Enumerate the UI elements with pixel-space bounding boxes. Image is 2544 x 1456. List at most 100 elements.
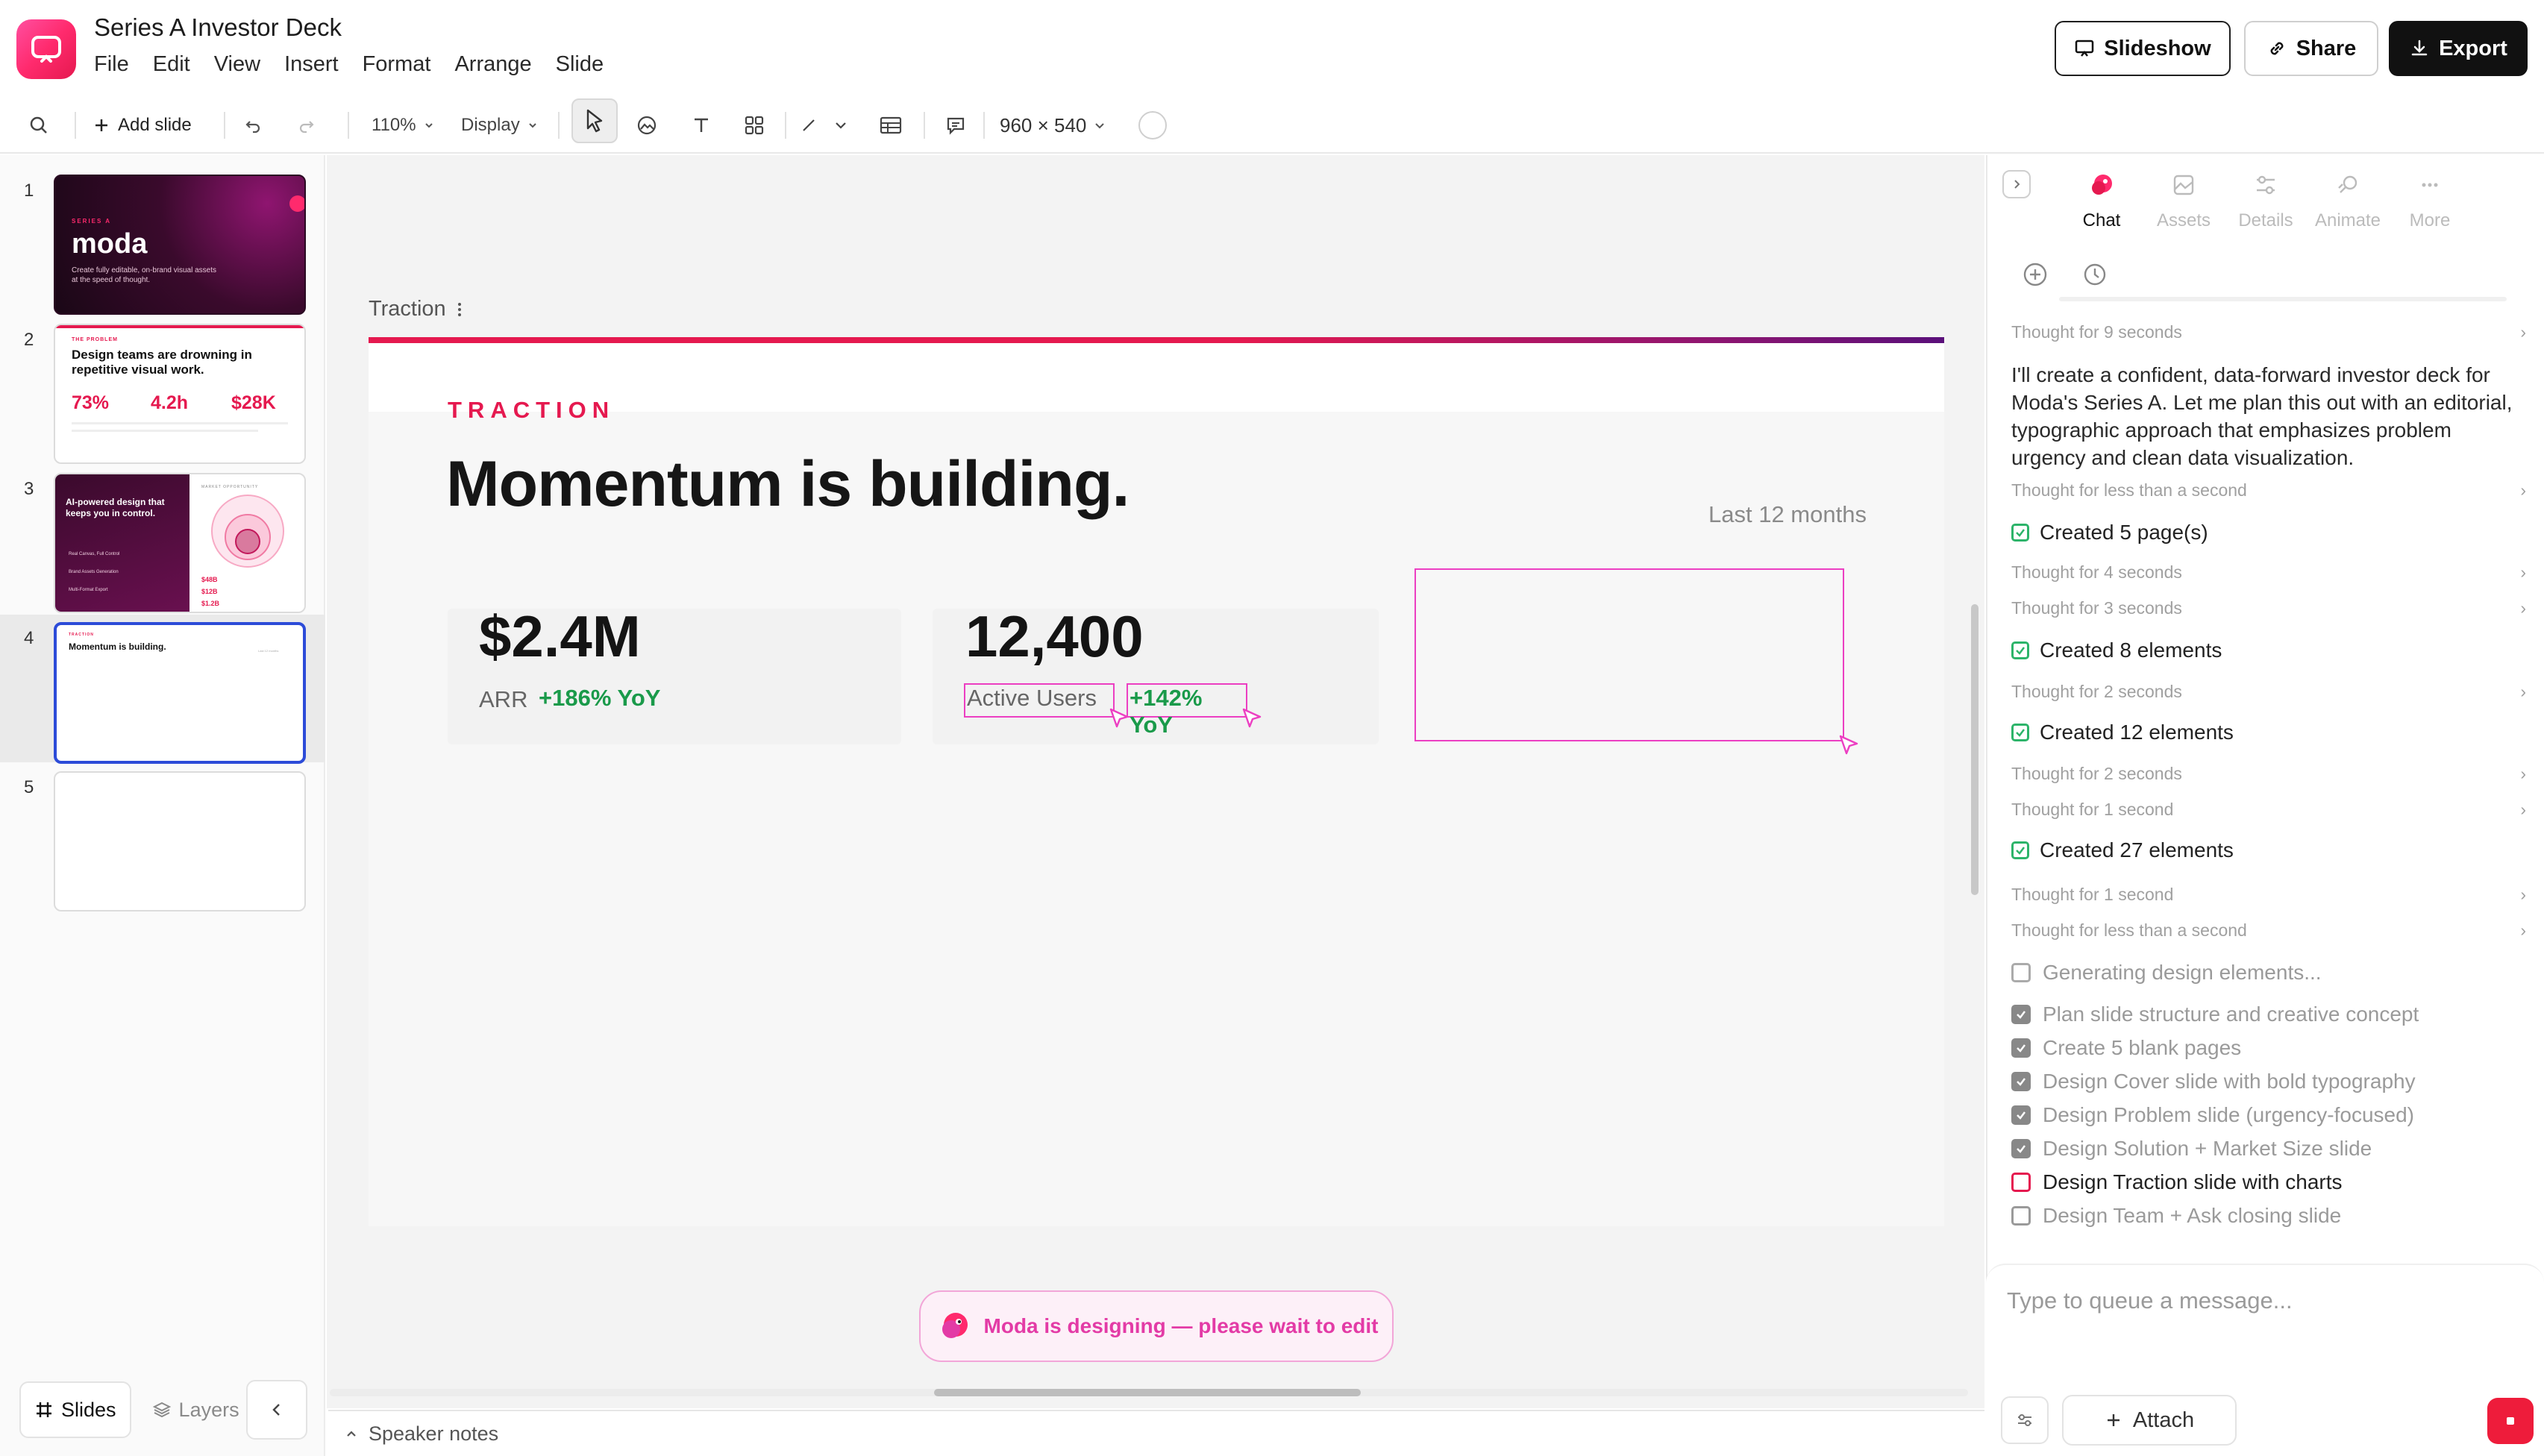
- plus-circle-icon: [2023, 263, 2047, 286]
- display-select[interactable]: Display: [461, 97, 538, 154]
- thumb-feature: Multi-Format Export: [69, 588, 108, 592]
- menu-insert[interactable]: Insert: [284, 52, 339, 77]
- chevron-right-icon: ›: [2520, 322, 2526, 342]
- created-text: Created 8 elements: [2040, 638, 2222, 662]
- tab-animate-label: Animate: [2314, 210, 2381, 230]
- tab-chat[interactable]: Chat: [2061, 170, 2143, 231]
- share-label: Share: [2296, 36, 2357, 60]
- menu-arrange[interactable]: Arrange: [454, 52, 531, 77]
- menu-edit[interactable]: Edit: [153, 52, 190, 77]
- stop-generation-button[interactable]: [2487, 1398, 2534, 1444]
- slide-thumbnail-2[interactable]: THE PROBLEM Design teams are drowning in…: [54, 324, 306, 464]
- tab-details[interactable]: Details: [2225, 170, 2307, 231]
- menu-view[interactable]: View: [214, 52, 260, 77]
- todo-text: Design Team + Ask closing slide: [2043, 1204, 2342, 1227]
- thought-row[interactable]: Thought for 3 seconds ›: [2011, 598, 2526, 618]
- kpi-value[interactable]: $2.4M: [479, 603, 641, 671]
- table-tool[interactable]: [879, 97, 903, 154]
- thought-row[interactable]: Thought for 1 second ›: [2011, 800, 2526, 820]
- line-options-dropdown[interactable]: [833, 97, 849, 154]
- thought-row[interactable]: Thought for 2 seconds ›: [2011, 682, 2526, 702]
- tab-slides[interactable]: Slides: [19, 1381, 131, 1438]
- select-tool[interactable]: [571, 98, 618, 143]
- chat-history-button[interactable]: [2080, 260, 2110, 289]
- new-chat-button[interactable]: [2020, 260, 2050, 289]
- menu-file[interactable]: File: [94, 52, 129, 77]
- slide-name[interactable]: Traction: [369, 297, 463, 321]
- created-row[interactable]: Created 8 elements: [2011, 638, 2222, 662]
- background-color-swatch[interactable]: [1138, 97, 1167, 154]
- thought-row[interactable]: Thought for 2 seconds ›: [2011, 764, 2526, 784]
- vertical-scrollbar-thumb[interactable]: [1971, 604, 1979, 895]
- todo-text: Plan slide structure and creative concep…: [2043, 1002, 2419, 1026]
- share-button[interactable]: Share: [2244, 21, 2378, 76]
- created-row[interactable]: Created 12 elements: [2011, 721, 2234, 744]
- tab-assets[interactable]: Assets: [2143, 170, 2225, 231]
- image-tool[interactable]: [636, 97, 658, 154]
- zoom-select[interactable]: 110%: [372, 97, 434, 154]
- thumb-text: Create fully editable, on-brand visual a…: [72, 266, 216, 284]
- document-title[interactable]: Series A Investor Deck: [94, 13, 342, 42]
- panel-collapse-button[interactable]: [2002, 170, 2031, 198]
- add-slide-button[interactable]: Add slide: [93, 97, 192, 154]
- composer-settings-button[interactable]: [2001, 1396, 2049, 1444]
- thumb-title: Design teams are drowning in repetitive …: [72, 348, 252, 377]
- more-vertical-icon[interactable]: [457, 301, 463, 318]
- layers-icon: [152, 1402, 171, 1418]
- app-logo-icon[interactable]: [16, 19, 76, 79]
- line-tool[interactable]: [800, 97, 818, 154]
- check-icon: [2011, 841, 2029, 859]
- checkbox-checked-icon: [2011, 1038, 2031, 1058]
- undo-button[interactable]: [243, 97, 263, 154]
- kpi-label[interactable]: ARR: [479, 686, 527, 713]
- slide-thumbnail-3[interactable]: AI-powered design that keeps you in cont…: [54, 473, 306, 613]
- export-button[interactable]: Export: [2389, 21, 2528, 76]
- search-button[interactable]: [28, 97, 49, 154]
- comment-tool[interactable]: [944, 97, 967, 154]
- slide-thumbnail-1[interactable]: SERIES A moda Create fully editable, on-…: [54, 175, 306, 315]
- attach-button[interactable]: Attach: [2062, 1395, 2237, 1446]
- thought-row[interactable]: Thought for less than a second ›: [2011, 480, 2526, 501]
- text-tool[interactable]: [691, 97, 712, 154]
- kpi-growth[interactable]: +142% YoY: [1127, 683, 1247, 738]
- thought-row[interactable]: Thought for 4 seconds ›: [2011, 562, 2526, 583]
- created-row[interactable]: Created 27 elements: [2011, 838, 2234, 862]
- tab-animate[interactable]: Animate: [2307, 170, 2389, 231]
- shapes-tool[interactable]: [743, 97, 765, 154]
- horizontal-scrollbar-thumb[interactable]: [934, 1389, 1361, 1396]
- kpi-value[interactable]: 12,400: [965, 603, 1144, 671]
- chart-placeholder-frame[interactable]: [1414, 568, 1844, 741]
- canvas-size-select[interactable]: 960 × 540: [1000, 97, 1106, 154]
- thought-row[interactable]: Thought for 9 seconds ›: [2011, 322, 2526, 342]
- kpi-label[interactable]: Active Users: [964, 683, 1115, 718]
- slide-title[interactable]: Momentum is building.: [446, 448, 1130, 521]
- redo-button[interactable]: [297, 97, 316, 154]
- tab-more[interactable]: More: [2389, 170, 2471, 231]
- checkbox-empty-icon: [2011, 1206, 2031, 1226]
- thought-row[interactable]: Thought for less than a second ›: [2011, 920, 2526, 941]
- thought-row[interactable]: Thought for 1 second ›: [2011, 885, 2526, 905]
- message-input[interactable]: [2007, 1280, 2514, 1322]
- menu-slide[interactable]: Slide: [556, 52, 604, 77]
- history-icon: [2084, 263, 2106, 286]
- period-label[interactable]: Last 12 months: [1708, 501, 1867, 528]
- speaker-notes-toggle[interactable]: Speaker notes: [328, 1410, 1984, 1456]
- slide-thumbnail-5[interactable]: [54, 771, 306, 911]
- tab-layers[interactable]: Layers: [139, 1381, 253, 1438]
- slideshow-button[interactable]: Slideshow: [2055, 21, 2231, 76]
- collapse-sidebar-button[interactable]: [246, 1380, 307, 1440]
- thumb-stat: $12B: [201, 588, 218, 595]
- checkbox-checked-icon: [2011, 1105, 2031, 1125]
- thought-text: Thought for 4 seconds: [2011, 562, 2182, 582]
- presentation-icon: [2075, 40, 2094, 57]
- slide-thumbnail-4[interactable]: TRACTION Momentum is building. Last 12 m…: [54, 622, 306, 764]
- slide-eyebrow[interactable]: TRACTION: [448, 397, 615, 424]
- created-row[interactable]: Created 5 page(s): [2011, 521, 2208, 545]
- thumb-stat: $48B: [201, 576, 218, 583]
- menu-format[interactable]: Format: [363, 52, 431, 77]
- sidebar-tabs: Slides Layers: [19, 1381, 253, 1438]
- slide-accent-bar[interactable]: [369, 337, 1944, 343]
- tab-assets-label: Assets: [2156, 210, 2211, 230]
- thumb-eyebrow: SERIES A: [72, 218, 112, 225]
- kpi-growth[interactable]: +186% YoY: [539, 685, 660, 712]
